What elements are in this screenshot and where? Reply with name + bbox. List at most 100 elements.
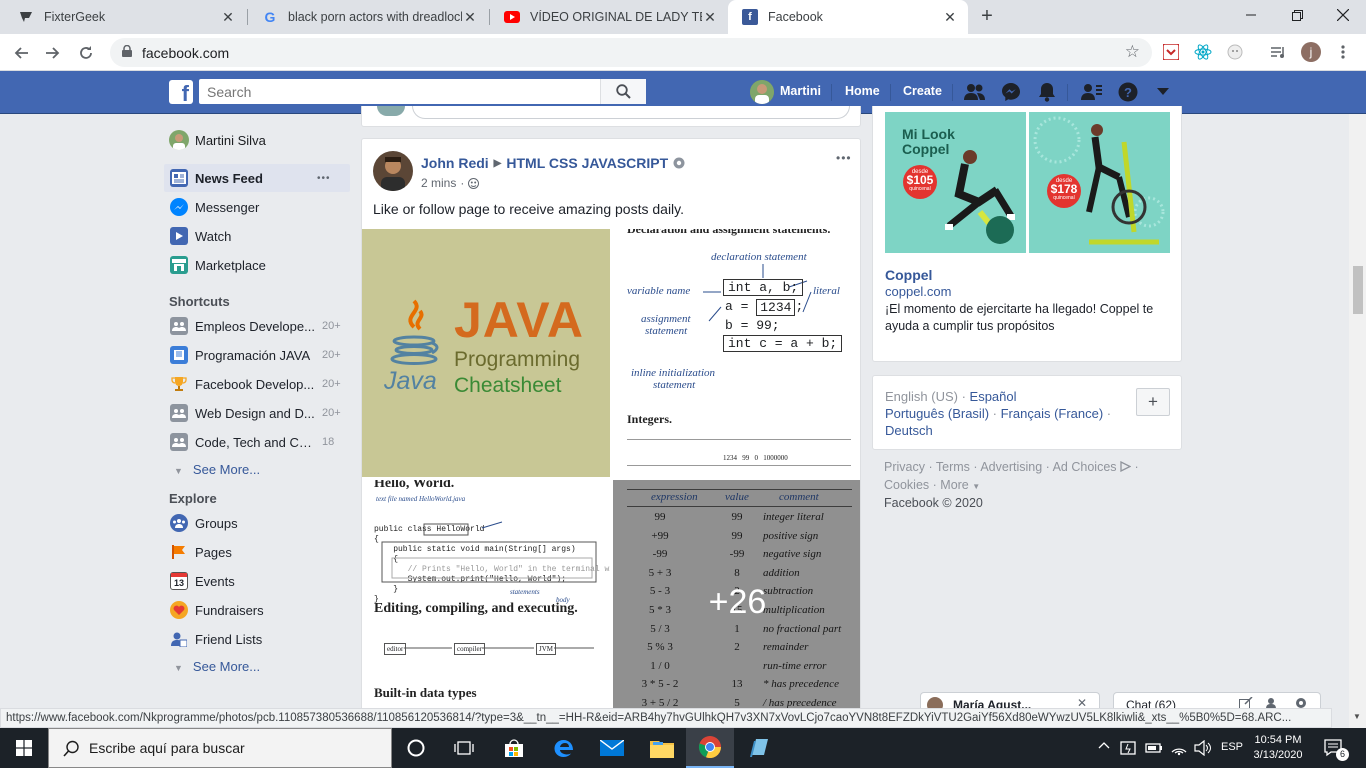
public-globe-icon[interactable] bbox=[468, 177, 480, 189]
taskbar-clock[interactable]: 10:54 PM 3/13/2020 bbox=[1252, 733, 1304, 763]
chrome-taskbar-icon[interactable] bbox=[686, 728, 734, 768]
app-icon[interactable] bbox=[735, 728, 783, 768]
ad-domain[interactable]: coppel.com bbox=[885, 284, 951, 299]
profile-link[interactable]: Martini bbox=[780, 84, 821, 98]
see-more-shortcuts-link[interactable]: ▼ See More... bbox=[174, 462, 260, 477]
file-explorer-icon[interactable] bbox=[638, 728, 686, 768]
sidebar-item-friend-lists[interactable]: Friend Lists bbox=[164, 625, 350, 653]
messenger-icon[interactable] bbox=[1000, 81, 1022, 103]
friend-requests-icon[interactable] bbox=[964, 81, 986, 103]
footer-link[interactable]: Terms bbox=[936, 460, 970, 474]
search-icon[interactable] bbox=[600, 79, 646, 104]
maximize-icon[interactable] bbox=[1274, 0, 1320, 30]
footer-link[interactable]: Ad Choices bbox=[1053, 460, 1117, 474]
post-photo-1[interactable]: Java JAVA Programming Cheatsheet bbox=[362, 229, 610, 477]
sidebar-item-news-feed[interactable]: News Feed ••• bbox=[164, 164, 350, 192]
forward-icon[interactable] bbox=[40, 40, 66, 66]
wifi-icon[interactable] bbox=[1170, 740, 1188, 759]
page-scrollbar[interactable]: ▼ bbox=[1349, 114, 1366, 728]
new-tab-button[interactable]: + bbox=[977, 6, 997, 26]
language-link[interactable]: Português (Brasil) bbox=[885, 406, 989, 421]
react-devtools-icon[interactable] bbox=[1193, 42, 1213, 62]
volume-icon[interactable] bbox=[1194, 739, 1212, 759]
post-photo-2[interactable]: Declaration and assignment statements. d… bbox=[613, 229, 860, 477]
ad-image-1[interactable]: Mi Look Coppel desde $105 quincenal bbox=[885, 112, 1026, 253]
shortcut-programacion-java[interactable]: Programación JAVA 20+ bbox=[164, 341, 350, 369]
address-bar[interactable]: facebook.com ☆ bbox=[110, 38, 1152, 67]
windows-start-icon[interactable] bbox=[0, 728, 48, 768]
facebook-logo-icon[interactable]: f bbox=[169, 80, 193, 104]
avatar[interactable] bbox=[750, 80, 774, 104]
ad-advertiser-name[interactable]: Coppel bbox=[885, 267, 932, 283]
footer-link[interactable]: Advertising bbox=[980, 460, 1042, 474]
notifications-bell-icon[interactable] bbox=[1036, 81, 1058, 103]
add-language-button[interactable]: + bbox=[1136, 388, 1170, 416]
page-link[interactable]: HTML CSS JAVASCRIPT bbox=[506, 155, 668, 171]
post-photo-4[interactable]: expression value comment 99 99 integer lit… bbox=[613, 480, 860, 717]
battery-status-icon[interactable] bbox=[1120, 739, 1138, 760]
close-tab-icon[interactable]: ✕ bbox=[702, 9, 718, 26]
sidebar-item-pages[interactable]: Pages bbox=[164, 538, 350, 566]
sidebar-item-events[interactable]: 13 Events bbox=[164, 567, 350, 595]
author-avatar[interactable] bbox=[373, 151, 413, 191]
mail-icon[interactable] bbox=[588, 728, 636, 768]
microsoft-store-icon[interactable] bbox=[490, 728, 538, 768]
post-photo-3[interactable]: Hello, World. text file named HelloWorld… bbox=[362, 480, 610, 717]
ad-image-2[interactable]: desde $178 quincenal bbox=[1029, 112, 1170, 253]
author-link[interactable]: John Redi bbox=[421, 155, 489, 171]
scroll-down-arrow-icon[interactable]: ▼ bbox=[1353, 712, 1361, 721]
footer-link[interactable]: Cookies bbox=[884, 478, 929, 492]
post-options-icon[interactable]: ••• bbox=[836, 151, 852, 165]
reload-icon[interactable] bbox=[73, 40, 99, 66]
task-view-icon[interactable] bbox=[440, 728, 488, 768]
more-options-icon[interactable]: ••• bbox=[317, 173, 331, 184]
language-link[interactable]: Español bbox=[970, 389, 1017, 404]
close-tab-icon[interactable]: ✕ bbox=[462, 9, 478, 26]
back-icon[interactable] bbox=[8, 40, 34, 66]
search-input[interactable] bbox=[199, 79, 599, 104]
shortcut-code-tech[interactable]: Code, Tech and Ca... 18 bbox=[164, 428, 350, 456]
footer-link[interactable]: More bbox=[940, 478, 968, 492]
help-icon[interactable]: ? bbox=[1117, 81, 1139, 103]
scrollbar-thumb[interactable] bbox=[1353, 266, 1363, 314]
account-dropdown-icon[interactable] bbox=[1152, 81, 1174, 103]
find-friends-icon[interactable] bbox=[1081, 81, 1103, 103]
close-tab-icon[interactable]: ✕ bbox=[220, 9, 236, 26]
profile-shortcut[interactable]: Martini Silva bbox=[169, 130, 266, 150]
sidebar-item-watch[interactable]: Watch bbox=[164, 222, 350, 250]
shortcut-facebook-develop[interactable]: Facebook Develop... 20+ bbox=[164, 370, 350, 398]
see-more-explore-link[interactable]: ▼ See More... bbox=[174, 659, 260, 674]
power-battery-icon[interactable] bbox=[1145, 740, 1163, 759]
sidebar-item-groups[interactable]: Groups bbox=[164, 509, 350, 537]
shortcut-web-design[interactable]: Web Design and D... 20+ bbox=[164, 399, 350, 427]
browser-tab-facebook[interactable]: f Facebook ✕ bbox=[728, 0, 968, 34]
footer-link[interactable]: Privacy bbox=[884, 460, 925, 474]
close-tab-icon[interactable]: ✕ bbox=[942, 9, 958, 26]
edge-browser-icon[interactable] bbox=[540, 728, 588, 768]
taskbar-search-box[interactable]: Escribe aquí para buscar bbox=[48, 728, 392, 768]
language-link[interactable]: Français (France) bbox=[1001, 406, 1104, 421]
media-queue-icon[interactable] bbox=[1268, 42, 1288, 62]
composer-input[interactable] bbox=[412, 106, 850, 119]
language-link[interactable]: Deutsch bbox=[885, 423, 933, 438]
browser-tab-youtube[interactable]: VÍDEO ORIGINAL DE LADY TERM ✕ bbox=[490, 0, 728, 34]
create-link[interactable]: Create bbox=[903, 84, 942, 98]
sidebar-item-marketplace[interactable]: Marketplace bbox=[164, 251, 350, 279]
pocket-extension-icon[interactable] bbox=[1161, 42, 1181, 62]
home-link[interactable]: Home bbox=[845, 84, 880, 98]
post-timestamp[interactable]: 2 mins bbox=[421, 176, 456, 190]
bookmark-star-icon[interactable]: ☆ bbox=[1125, 42, 1140, 62]
browser-tab-google[interactable]: G black porn actors with dreadlocks ✕ bbox=[248, 0, 488, 34]
more-photos-count[interactable]: +26 bbox=[613, 583, 860, 622]
browser-tab-fixtergeek[interactable]: FixterGeek ✕ bbox=[4, 0, 246, 34]
minimize-icon[interactable] bbox=[1228, 0, 1274, 30]
input-language[interactable]: ESP bbox=[1221, 741, 1243, 753]
sidebar-item-fundraisers[interactable]: Fundraisers bbox=[164, 596, 350, 624]
shortcut-empleos[interactable]: Empleos Develope... 20+ bbox=[164, 312, 350, 340]
chrome-menu-icon[interactable] bbox=[1333, 42, 1353, 62]
ad-choices-icon[interactable] bbox=[1120, 460, 1132, 477]
profile-avatar[interactable]: j bbox=[1301, 42, 1321, 62]
show-hidden-icons-icon[interactable] bbox=[1098, 740, 1110, 752]
close-window-icon[interactable] bbox=[1320, 0, 1366, 30]
extension-face-icon[interactable] bbox=[1225, 42, 1245, 62]
